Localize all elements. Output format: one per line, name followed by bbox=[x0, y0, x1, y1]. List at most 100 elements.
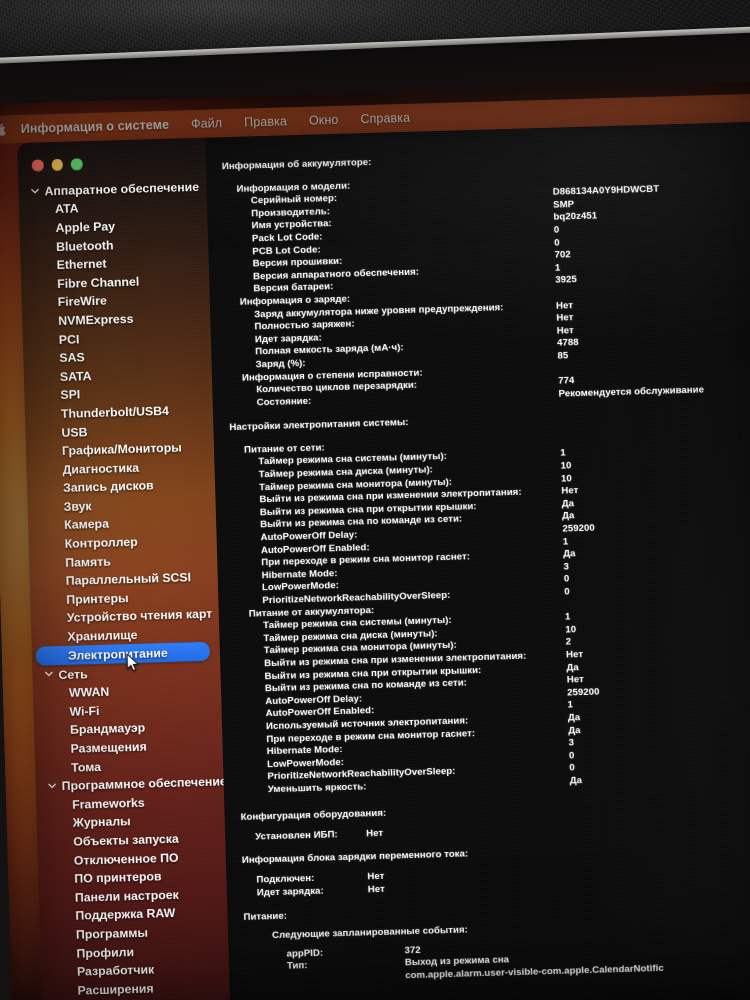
sidebar-item-label: Профили bbox=[76, 944, 135, 961]
minimize-button-icon[interactable] bbox=[51, 158, 63, 171]
chevron-down-icon[interactable] bbox=[30, 186, 39, 195]
close-button-icon[interactable] bbox=[31, 159, 44, 172]
sidebar-item-label: Bluetooth bbox=[55, 237, 114, 254]
sidebar-item-label: Поддержка RAW bbox=[75, 906, 176, 924]
report-value: 1 bbox=[554, 262, 561, 274]
report-value: Да bbox=[567, 712, 581, 724]
report-value: 10 bbox=[560, 472, 572, 485]
sidebar-item-label: Frameworks bbox=[72, 795, 145, 812]
sidebar-item-label: SATA bbox=[59, 368, 92, 384]
sidebar-item-label: Брандмауэр bbox=[69, 721, 146, 738]
sidebar-item-label: Запись дисков bbox=[62, 478, 154, 496]
menu-app-name[interactable]: Информация о системе bbox=[18, 115, 180, 138]
report-value: Да bbox=[563, 548, 576, 560]
sidebar-item-label: Звук bbox=[63, 499, 92, 514]
report-value: 1 bbox=[562, 536, 569, 548]
sidebar-item-label: Разработчик bbox=[76, 962, 155, 979]
system-information-report: Информация об аккумуляторе: Информация о … bbox=[205, 135, 750, 988]
sidebar-item-label: Хранилище bbox=[67, 627, 138, 644]
sidebar-item-label: Отключенное ПО bbox=[73, 850, 179, 868]
sidebar-item-label: ПО принтеров bbox=[74, 869, 162, 886]
sidebar-item-label: Ethernet bbox=[56, 256, 107, 273]
report-value: 372 bbox=[404, 944, 421, 956]
sidebar-item-label: Контроллер bbox=[64, 534, 138, 551]
menu-item-window[interactable]: Окно bbox=[298, 111, 350, 130]
sidebar-item-label: FireWire bbox=[57, 293, 108, 310]
report-key: appPID: bbox=[286, 947, 324, 960]
report-value: Нет bbox=[556, 312, 574, 324]
report-value: 10 bbox=[560, 460, 572, 472]
sidebar-item-label: Журналы bbox=[72, 814, 131, 831]
report-heading: Питание: bbox=[243, 911, 288, 924]
apple-logo-icon[interactable] bbox=[0, 121, 9, 137]
report-value: 0 bbox=[564, 586, 570, 598]
system-information-window: Аппаратное обеспечение ATA Apple Pay Blueto… bbox=[17, 121, 750, 1000]
report-value: Нет bbox=[566, 674, 584, 686]
sidebar-item-label: SAS bbox=[59, 350, 85, 366]
report-key: Идет зарядка: bbox=[256, 885, 324, 899]
sidebar-item-label: NVMExpress bbox=[58, 311, 134, 328]
report-value: 4788 bbox=[556, 337, 579, 349]
sidebar-item-label: ATA bbox=[54, 201, 79, 217]
sidebar-item-label: Принтеры bbox=[66, 590, 129, 607]
report-value: 3925 bbox=[555, 274, 578, 287]
zoom-button-icon[interactable] bbox=[70, 158, 83, 171]
sidebar-item-label: SPI bbox=[60, 387, 81, 403]
laptop-screen: Информация о системе Файл Правка Окно Сп… bbox=[0, 81, 750, 1000]
report-value: 259200 bbox=[562, 522, 595, 535]
sidebar-nav-list[interactable]: Аппаратное обеспечение ATA Apple Pay Blueto… bbox=[18, 174, 231, 1000]
sidebar-item-label: Тома bbox=[70, 759, 102, 775]
report-value: Нет bbox=[561, 485, 579, 497]
report-value: 1 bbox=[567, 699, 574, 711]
sidebar-item-label: Параллельный SCSI bbox=[65, 570, 192, 589]
sidebar-item-label: Диагностика bbox=[62, 460, 140, 477]
report-value: 702 bbox=[554, 249, 571, 261]
report-value: Да bbox=[561, 510, 575, 523]
report-value: Нет bbox=[367, 883, 385, 896]
report-value: 774 bbox=[558, 375, 575, 387]
report-value: Нет bbox=[555, 299, 574, 312]
report-value: Да bbox=[569, 775, 583, 787]
report-value: 85 bbox=[557, 350, 569, 362]
report-value: Да bbox=[566, 661, 579, 674]
report-value: 0 bbox=[554, 237, 560, 249]
sidebar-item-label: USB bbox=[61, 424, 88, 440]
sidebar-item-label: Электропитание bbox=[67, 645, 168, 663]
report-value: 1 bbox=[560, 447, 566, 460]
sidebar-item-label: Thunderbolt/USB4 bbox=[60, 403, 170, 421]
report-key: Тип: bbox=[286, 960, 308, 972]
report-value: Да bbox=[561, 498, 575, 510]
sidebar-item-label: WWAN bbox=[68, 684, 110, 701]
chevron-down-icon[interactable] bbox=[48, 781, 57, 790]
sidebar-item-label: Камера bbox=[63, 517, 110, 533]
sidebar-item-label: Графика/Мониторы bbox=[61, 440, 182, 459]
content-pane: MacBook Pro Информация об аккумуляторе:И… bbox=[205, 121, 750, 1000]
sidebar-item-label: Расширения bbox=[77, 981, 154, 998]
chevron-down-icon[interactable] bbox=[44, 670, 53, 679]
report-value: 3 bbox=[568, 737, 575, 749]
sidebar-item-label: PCI bbox=[58, 331, 80, 347]
menu-item-edit[interactable]: Правка bbox=[233, 112, 298, 132]
sidebar-item-label: Размещения bbox=[70, 739, 147, 756]
report-value: 10 bbox=[565, 624, 577, 636]
sidebar[interactable]: Аппаратное обеспечение ATA Apple Pay Blueto… bbox=[17, 137, 231, 1000]
sidebar-item-label: Объекты запуска bbox=[73, 831, 179, 849]
report-value: Нет bbox=[565, 649, 584, 661]
report-value: Да bbox=[568, 724, 581, 737]
sidebar-item-label: Программы bbox=[75, 925, 149, 942]
menu-item-help[interactable]: Справка bbox=[349, 108, 421, 128]
report-key: Состояние: bbox=[256, 395, 312, 409]
report-value: Нет bbox=[366, 827, 384, 840]
report-value: Нет bbox=[556, 324, 574, 337]
photograph-of-laptop-screen: Информация о системе Файл Правка Окно Сп… bbox=[0, 0, 750, 1000]
sidebar-item-label: Память bbox=[65, 554, 111, 570]
menu-item-file[interactable]: Файл bbox=[180, 114, 234, 134]
report-value: 3 bbox=[563, 561, 570, 573]
report-value: 0 bbox=[553, 224, 560, 236]
report-value: 0 bbox=[569, 762, 575, 774]
report-value: 0 bbox=[568, 750, 575, 762]
report-key: Установлен ИБП: bbox=[255, 829, 338, 843]
sidebar-item-label: Устройство чтения карт bbox=[66, 607, 213, 626]
sidebar-item-label: Панели настроек bbox=[74, 887, 179, 905]
report-value: SMP bbox=[552, 198, 575, 211]
